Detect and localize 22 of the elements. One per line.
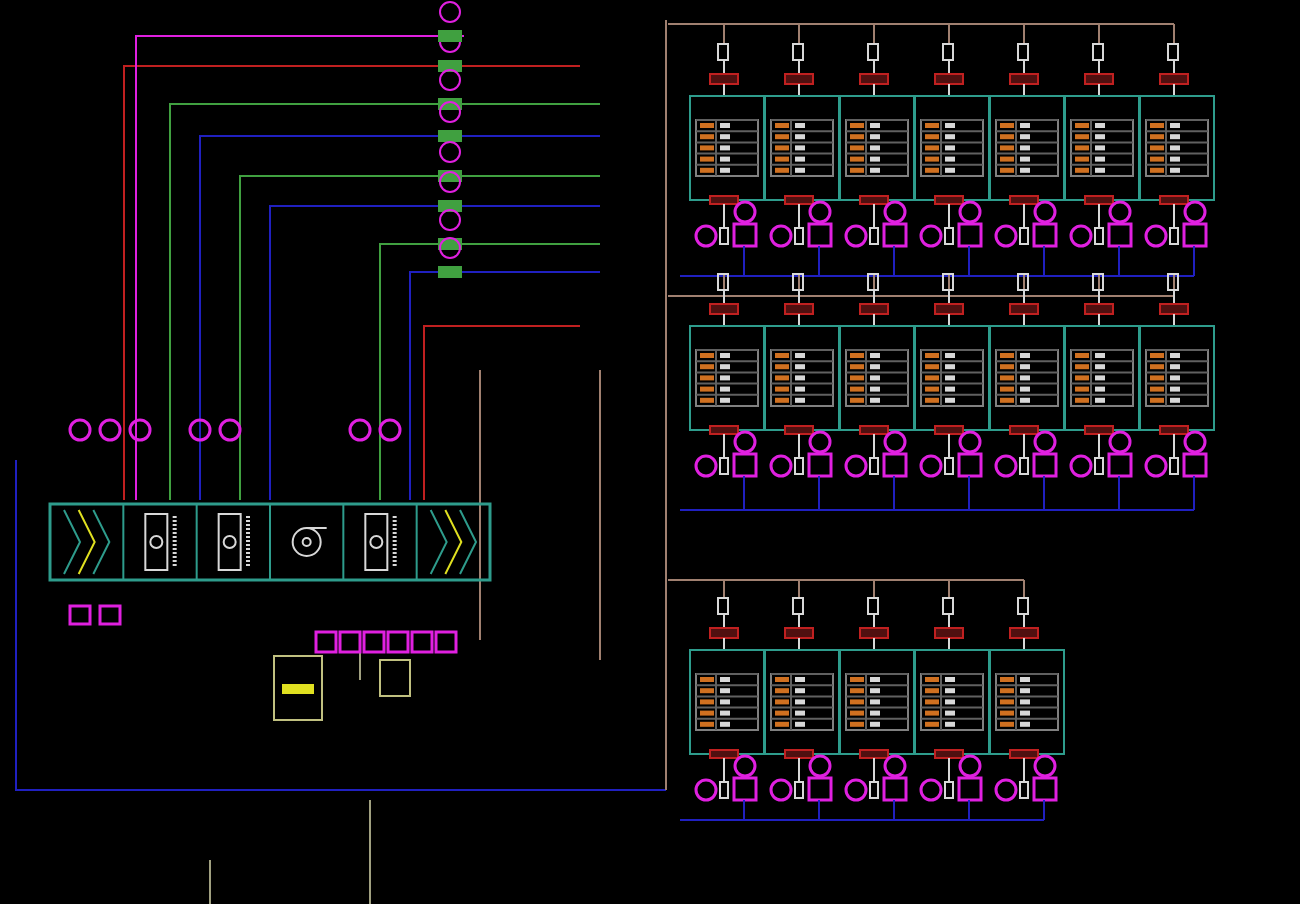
sensor-icon: [128, 418, 152, 442]
valve-drawing: [438, 101, 462, 142]
valve-drawing: [438, 209, 462, 250]
coil-section-drawing: [217, 513, 250, 571]
fan-section-drawing: [291, 527, 328, 557]
sensor-icon: [68, 418, 92, 442]
valve-drawing: [438, 237, 462, 278]
valve-drawing: [438, 1, 462, 42]
sensor-icon: [378, 418, 402, 442]
sensor-icon: [218, 418, 242, 442]
filter-section-drawing: [429, 509, 478, 575]
sensor-icon: [348, 418, 372, 442]
coil-section-drawing: [144, 513, 177, 571]
valve-drawing: [438, 171, 462, 212]
sensor-icon: [68, 604, 92, 626]
sensor-icon: [98, 418, 122, 442]
coil-section-drawing: [364, 513, 397, 571]
filter-section-drawing: [63, 509, 111, 575]
valve-drawing: [438, 141, 462, 182]
valve-drawing: [438, 69, 462, 110]
sensor-icon: [188, 418, 212, 442]
sensor-icon: [98, 604, 122, 626]
